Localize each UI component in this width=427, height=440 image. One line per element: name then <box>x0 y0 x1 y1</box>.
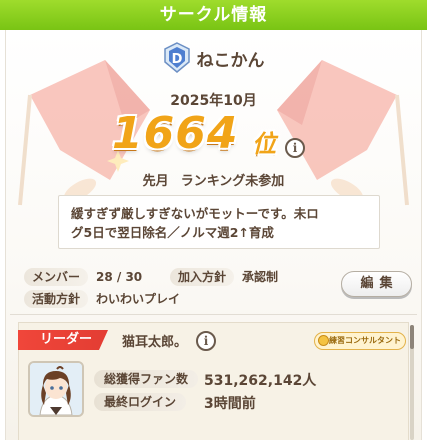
page-title: サークル情報 <box>159 5 268 25</box>
consultant-badge: 練習コンサルタント <box>314 332 406 350</box>
svg-text:D: D <box>171 52 182 67</box>
activity-policy-label: 活動方針 <box>24 290 89 308</box>
rank-d-badge-icon: D <box>163 42 191 74</box>
activity-policy-value: わいわいプレイ <box>96 292 181 306</box>
avatar[interactable] <box>28 361 84 417</box>
motto-line: 緩すぎず厳しすぎないがモットーです。未ロ <box>71 206 319 221</box>
members-row: メンバー 28 / 30 <box>24 268 142 286</box>
members-value: 28 / 30 <box>96 270 143 284</box>
member-list-scrollbar[interactable] <box>410 325 414 440</box>
edit-button[interactable]: 編集 <box>341 271 412 297</box>
last-month-ranking: 先月 ランキング未参加 <box>0 170 427 189</box>
last-login-label: 最終ログイン <box>94 393 187 411</box>
activity-policy-row: 活動方針 わいわいプレイ <box>24 290 180 308</box>
ranking-number: 1664 <box>112 108 239 159</box>
leader-info-icon[interactable]: i <box>196 331 216 351</box>
consultant-label: 練習コンサルタント <box>329 336 401 345</box>
page-header: サークル情報 <box>0 0 427 30</box>
leader-name: 猫耳太郎。 <box>122 335 188 350</box>
last-month-label: 先月 <box>142 174 169 189</box>
members-label: メンバー <box>24 268 89 286</box>
club-title-row: D ねこかん <box>0 40 427 76</box>
club-motto: 緩すぎず厳しすぎないがモットーです。未ロ グ5日で翌日除名／ノルマ週2↑育成 <box>58 195 380 249</box>
fans-label: 総獲得ファン数 <box>94 370 199 388</box>
ranking-info-icon[interactable]: i <box>285 138 305 158</box>
join-policy-label: 加入方針 <box>170 268 235 286</box>
ranking-unit: 位 <box>252 130 276 158</box>
section-divider <box>10 314 417 315</box>
scrollbar-thumb[interactable] <box>410 325 414 349</box>
fans-value: 531,262,142人 <box>204 373 317 389</box>
leader-tag: リーダー <box>18 330 108 350</box>
join-policy-row: 加入方針 承認制 <box>170 268 278 286</box>
motto-line: グ5日で翌日除名／ノルマ週2↑育成 <box>71 225 274 240</box>
ranking-status: ランキング未参加 <box>180 174 285 189</box>
join-policy-value: 承認制 <box>242 270 279 284</box>
club-name: ねこかん <box>196 50 265 71</box>
last-login-value: 3時間前 <box>204 396 256 412</box>
consultant-icon <box>318 335 329 346</box>
ranking-date: 2025年10月 <box>170 93 257 109</box>
